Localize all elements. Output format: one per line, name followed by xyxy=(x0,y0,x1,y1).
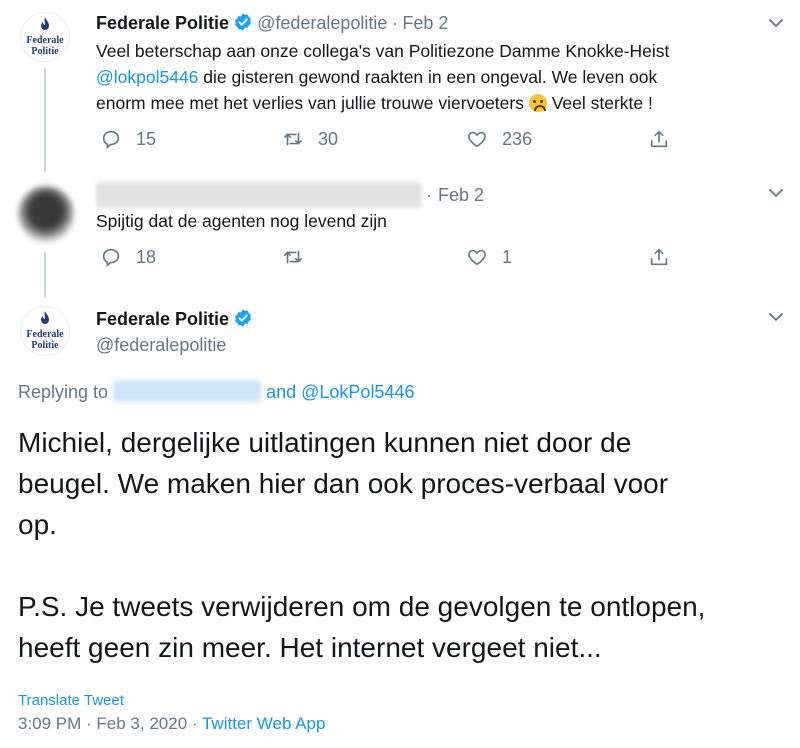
retweet-button[interactable]: 30 xyxy=(282,128,338,150)
reply-button[interactable]: 15 xyxy=(100,128,156,150)
tweet-text-line: op. xyxy=(18,509,57,540)
source-link[interactable]: Twitter Web App xyxy=(202,714,325,733)
tweet-meta: 3:09 PM · Feb 3, 2020 · Twitter Web App xyxy=(18,714,325,734)
avatar-text-line1: Federale xyxy=(26,329,64,340)
share-icon xyxy=(648,128,670,150)
retweet-count: 30 xyxy=(318,128,339,149)
chevron-down-icon[interactable] xyxy=(766,186,786,200)
reply-mentions[interactable]: and @LokPol5446 xyxy=(266,382,414,402)
thread-line xyxy=(44,252,46,298)
retweet-icon xyxy=(282,128,304,150)
reply-icon xyxy=(100,246,122,268)
redacted-reply-mention[interactable] xyxy=(113,380,262,402)
thread-line xyxy=(44,68,46,172)
tweet-header: · Feb 2 xyxy=(96,182,484,208)
author-name[interactable]: Federale Politie xyxy=(96,309,229,329)
separator-dot: · xyxy=(426,184,432,205)
tweet-text-line: enorm mee met het verlies van jullie tro… xyxy=(96,90,786,116)
tweet-text-segment: Veel sterkte ! xyxy=(546,93,653,113)
avatar-federale-politie[interactable]: Federale Politie xyxy=(20,12,70,62)
tweet-text-segment: enorm mee met het verlies van jullie tro… xyxy=(96,93,529,113)
reply-icon xyxy=(100,128,122,150)
tweet-date[interactable]: Feb 2 xyxy=(438,185,484,206)
like-count: 236 xyxy=(502,128,533,149)
share-icon xyxy=(648,246,670,268)
like-button[interactable]: 236 xyxy=(466,128,532,150)
reply-count: 18 xyxy=(136,246,157,267)
replying-to: Replying to and @LokPol5446 xyxy=(18,380,414,403)
tweet-text-segment: die gisteren gewond raakten in een ongev… xyxy=(198,67,658,87)
mention-link[interactable]: @lokpol5446 xyxy=(96,67,198,87)
redacted-author-name[interactable] xyxy=(96,182,422,208)
avatar-federale-politie[interactable]: Federale Politie xyxy=(20,306,70,356)
avatar-redacted[interactable] xyxy=(18,186,74,242)
tweet-date[interactable]: Feb 2 xyxy=(402,13,448,33)
like-icon xyxy=(466,128,488,150)
police-flame-icon xyxy=(38,17,52,35)
avatar-text-line1: Federale xyxy=(26,35,64,46)
chevron-down-icon[interactable] xyxy=(766,310,786,324)
timestamp[interactable]: 3:09 PM · Feb 3, 2020 · xyxy=(18,714,198,733)
reply-count: 15 xyxy=(136,128,157,149)
like-count: 1 xyxy=(502,246,513,267)
like-button[interactable]: 1 xyxy=(466,246,512,268)
share-button[interactable] xyxy=(648,128,670,150)
main-tweet-text: Michiel, dergelijke uitlatingen kunnen n… xyxy=(18,422,788,668)
tweet-text-line: P.S. Je tweets verwijderen om de gevolge… xyxy=(18,591,706,622)
police-flame-icon xyxy=(38,311,52,329)
avatar-text-line2: Politie xyxy=(31,340,59,351)
verified-badge-icon xyxy=(233,12,253,32)
share-button[interactable] xyxy=(648,246,670,268)
crying-face-emoji xyxy=(528,94,547,112)
chevron-down-icon[interactable] xyxy=(766,16,786,30)
author-handle[interactable]: @federalepolitie xyxy=(257,13,387,33)
author-name-row: Federale Politie xyxy=(96,308,257,330)
retweet-icon xyxy=(282,246,304,268)
tweet-text-line: beugel. We maken hier dan ook proces-ver… xyxy=(18,468,669,499)
tweet-text: Veel beterschap aan onze collega's van P… xyxy=(96,38,786,116)
avatar-text-line2: Politie xyxy=(31,46,59,57)
tweet-text-line: heeft geen zin meer. Het internet vergee… xyxy=(18,632,602,663)
verified-badge-icon xyxy=(233,308,253,328)
translate-tweet-link[interactable]: Translate Tweet xyxy=(18,692,124,709)
tweet-text-line: @lokpol5446 die gisteren gewond raakten … xyxy=(96,64,786,90)
tweet-text: Spijtig dat de agenten nog levend zijn xyxy=(96,211,387,231)
author-handle[interactable]: @federalepolitie xyxy=(96,335,226,356)
retweet-button[interactable] xyxy=(282,246,304,268)
tweet-text-line: Veel beterschap aan onze collega's van P… xyxy=(96,41,670,61)
tweet-header: Federale Politie @federalepolitie · Feb 2 xyxy=(96,12,448,34)
reply-button[interactable]: 18 xyxy=(100,246,156,268)
replying-to-label: Replying to xyxy=(18,382,109,402)
author-name[interactable]: Federale Politie xyxy=(96,13,229,33)
like-icon xyxy=(466,246,488,268)
separator-dot: · xyxy=(391,13,398,33)
tweet-text-line: Michiel, dergelijke uitlatingen kunnen n… xyxy=(18,427,632,458)
